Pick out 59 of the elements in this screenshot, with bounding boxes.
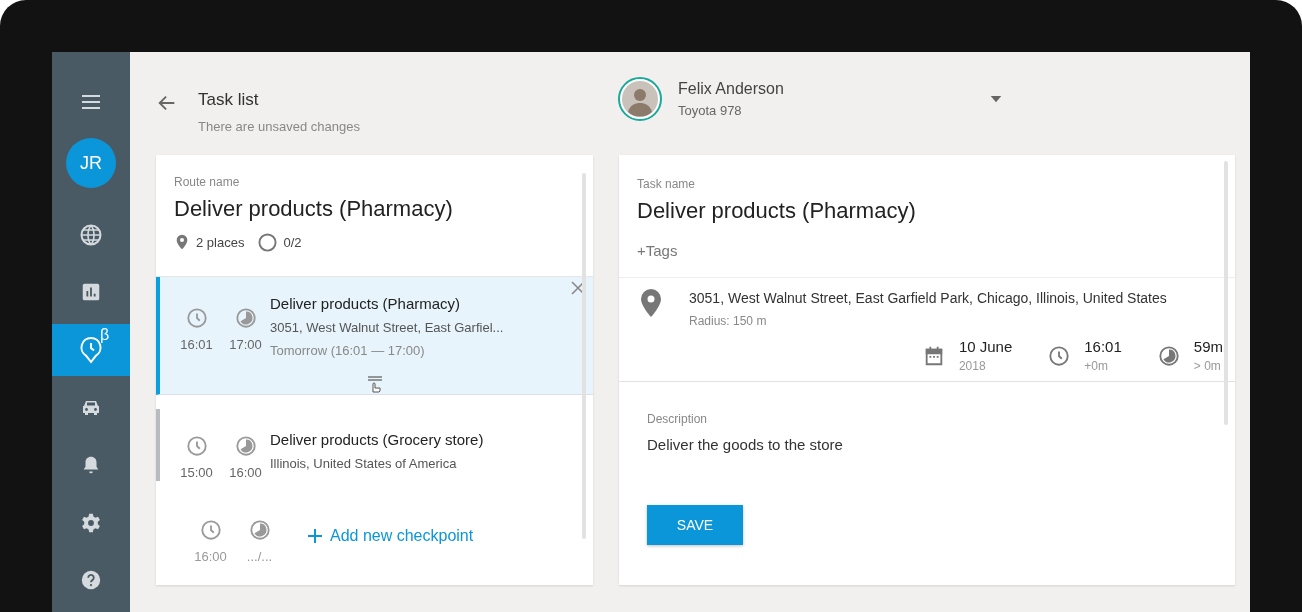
task-address: 3051, West Walnut Street, East Garfield Park, Chicago, Illinois, United States <box>689 290 1167 306</box>
globe-icon <box>79 222 103 247</box>
clock-icon <box>1048 344 1071 367</box>
checkpoint-address: 3051, West Walnut Street, East Garfiel... <box>270 320 504 335</box>
checkpoint-title: Deliver products (Grocery store) <box>270 431 484 448</box>
end-time: 16:00 <box>229 465 262 480</box>
settings-icon <box>80 511 102 534</box>
pie-clock-icon <box>234 435 257 457</box>
description-label: Description <box>647 412 709 426</box>
start-time: 16:00 <box>194 549 227 564</box>
drag-handle-icon[interactable] <box>366 375 384 393</box>
location-pin-icon <box>174 232 190 252</box>
task-duration: 59m <box>1193 338 1223 355</box>
driver-name: Felix Anderson <box>678 80 784 98</box>
clock-icon <box>185 307 208 329</box>
unsaved-changes-note: There are unsaved changes <box>198 119 360 134</box>
places-count: 2 places <box>196 234 245 250</box>
pie-clock-icon <box>248 519 271 541</box>
radius-value: Radius: 150 m <box>689 314 768 328</box>
vehicle-name: Toyota 978 <box>678 103 743 118</box>
sidebar-item[interactable]: β <box>52 324 130 376</box>
progress-circle-icon <box>258 232 278 252</box>
checkpoint-address: Illinois, United States of America <box>270 456 458 471</box>
route-name-label: Route name <box>174 175 241 189</box>
route-name: Deliver products (Pharmacy) <box>174 196 454 222</box>
clock-icon <box>185 435 208 457</box>
save-button[interactable]: SAVE <box>647 505 743 545</box>
checkpoint-title: Deliver products (Pharmacy) <box>270 295 462 312</box>
checkpoint-item[interactable]: 16:01 17:00 Deliver products (Pharmacy) 3051, West Walnut Street, East Garfiel... Tomorrow (16:01 — 17:00) <box>156 277 593 395</box>
time-offset: +0m <box>1084 359 1109 373</box>
dropdown-caret-icon[interactable] <box>989 95 1002 103</box>
task-name: Deliver products (Pharmacy) <box>637 198 917 224</box>
task-description: Deliver the goods to the store <box>647 436 844 453</box>
clock-icon <box>199 519 222 541</box>
add-tags-link[interactable]: +Tags <box>637 242 1217 259</box>
add-checkpoint-button[interactable]: Add new checkpoint <box>308 526 474 545</box>
clock-pin-icon <box>79 335 103 364</box>
pie-clock-icon <box>1157 344 1180 367</box>
checkpoint-schedule: Tomorrow (16:01 — 17:00) <box>270 343 426 358</box>
task-year: 2018 <box>958 359 987 373</box>
task-time: 16:01 <box>1084 338 1122 355</box>
duration-note: > 0m <box>1193 359 1222 373</box>
task-name-label: Task name <box>637 177 697 191</box>
end-time: .../... <box>246 549 273 564</box>
end-time: 17:00 <box>229 337 262 352</box>
start-time: 15:00 <box>180 465 213 480</box>
page-title: Task list <box>198 90 260 110</box>
help-icon <box>80 569 102 592</box>
close-icon[interactable] <box>571 281 585 295</box>
plus-icon <box>308 528 322 543</box>
start-time: 16:01 <box>180 337 213 352</box>
task-date: 10 June <box>958 338 1013 355</box>
pie-clock-icon <box>234 307 257 329</box>
progress-count: 0/2 <box>283 234 302 250</box>
sidebar-item[interactable]: JR <box>52 133 130 194</box>
location-pin-icon <box>639 288 663 318</box>
user-avatar: JR <box>66 138 116 189</box>
driver-avatar <box>618 77 662 121</box>
beta-label: β <box>100 326 110 345</box>
